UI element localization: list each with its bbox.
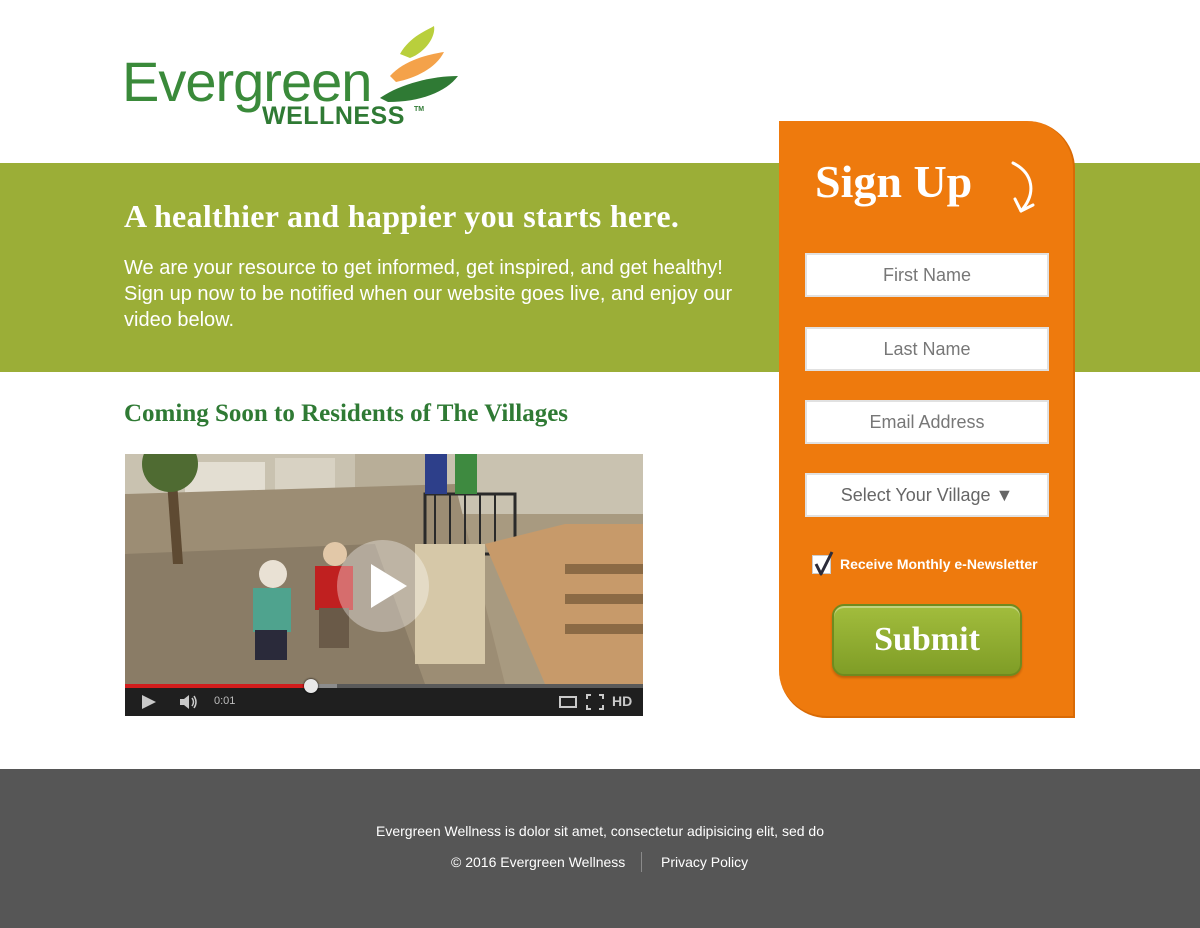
trademark-mark: TM: [414, 106, 425, 113]
section-heading: Coming Soon to Residents of The Villages: [124, 400, 569, 427]
theater-mode-icon[interactable]: [559, 696, 577, 708]
video-time: 0:01: [214, 695, 236, 707]
footer: Evergreen Wellness is dolor sit amet, co…: [0, 769, 1200, 928]
privacy-policy-link[interactable]: Privacy Policy: [661, 854, 748, 870]
newsletter-label: Receive Monthly e-Newsletter: [840, 556, 1038, 572]
first-name-input[interactable]: [805, 253, 1049, 297]
leaf-logo-icon: [380, 26, 458, 102]
progress-bar[interactable]: [125, 679, 643, 693]
footer-divider: [641, 852, 642, 872]
play-overlay-icon: [371, 564, 407, 608]
video-player[interactable]: 0:01 HD: [125, 454, 643, 716]
brand-sub: WELLNESS: [262, 102, 405, 130]
curved-arrow-icon: [1011, 161, 1035, 213]
hero-text: We are your resource to get informed, ge…: [124, 257, 733, 331]
play-overlay-button[interactable]: [337, 540, 429, 632]
signup-panel: Sign Up Select Your Village ▼ Receive Mo…: [779, 121, 1075, 718]
footer-tagline: Evergreen Wellness is dolor sit amet, co…: [376, 823, 824, 839]
email-input[interactable]: [805, 400, 1049, 444]
play-icon[interactable]: [141, 694, 157, 710]
hero-title: A healthier and happier you starts here.: [124, 198, 680, 234]
newsletter-checkbox[interactable]: [812, 551, 834, 576]
hd-quality-button[interactable]: HD: [612, 693, 632, 709]
fullscreen-icon[interactable]: [586, 694, 604, 710]
signup-title: Sign Up: [815, 156, 973, 207]
brand-logo[interactable]: Evergreen WELLNESS TM: [122, 24, 462, 134]
village-select[interactable]: Select Your Village ▼: [805, 473, 1049, 517]
progress-handle[interactable]: [304, 679, 318, 693]
last-name-input[interactable]: [805, 327, 1049, 371]
progress-fill: [125, 684, 311, 688]
copyright-text: © 2016 Evergreen Wellness: [451, 854, 626, 870]
volume-icon[interactable]: [179, 694, 199, 710]
submit-button[interactable]: Submit: [832, 604, 1022, 676]
checkmark-icon: [814, 551, 834, 576]
